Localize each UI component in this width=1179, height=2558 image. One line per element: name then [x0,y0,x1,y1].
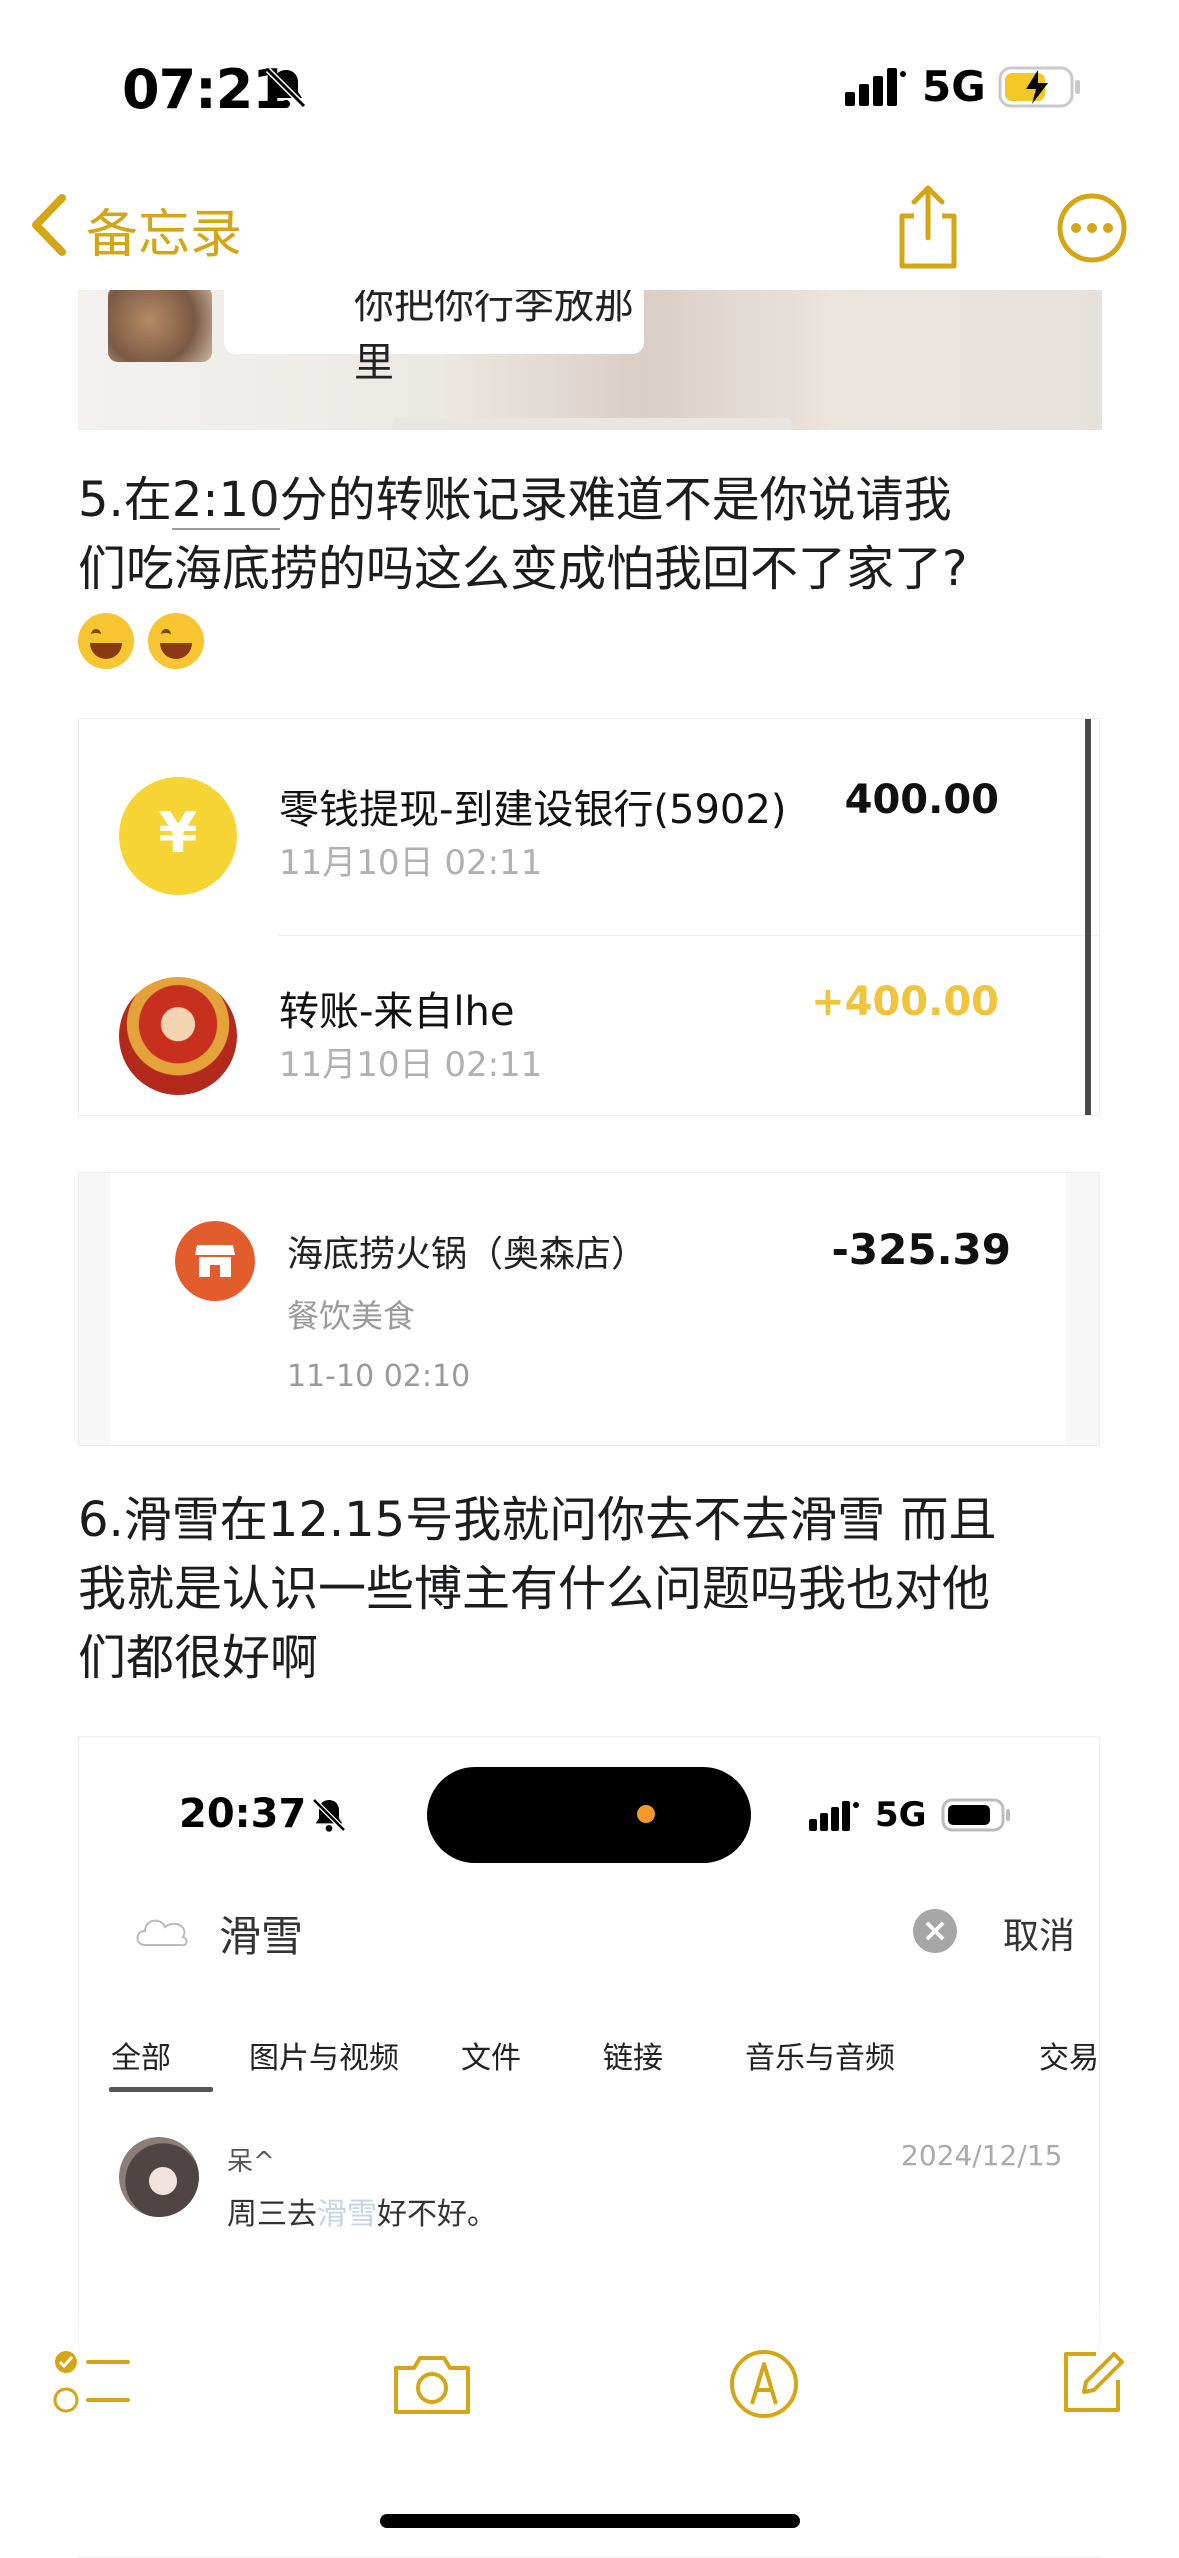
note-line: 5.在2:10分的转账记录难道不是你说请我 [78,466,1118,535]
battery-charging-icon [998,66,1080,108]
transaction-date: 11月10日 02:11 [279,843,543,883]
payment-time: 11-10 02:10 [287,1359,471,1394]
sender-name: 呆^ [227,2147,275,2177]
dynamic-island [427,1767,751,1863]
privacy-dot [637,1805,655,1823]
image-bottom-bar [392,418,792,430]
signal-icon [809,1801,859,1831]
checklist-icon[interactable] [52,2346,132,2422]
tab-files: 文件 [461,2041,521,2076]
active-tab-indicator [109,2087,213,2092]
more-options-icon[interactable] [1056,192,1128,264]
note-time-link[interactable]: 2:10 [171,472,280,530]
tab-transactions: 交易 [1039,2041,1099,2076]
silent-bell-icon [312,1798,346,1832]
laughing-emoji-icon [78,613,134,669]
note-line: 们都很好啊 [78,1630,319,1686]
payment-record: 海底捞火锅（奥森店） 餐饮美食 11-10 02:10 -325.39 [111,1173,1065,1445]
payment-amount: -325.39 [831,1225,1011,1274]
transaction-title: 转账-来自lhe [279,989,515,1035]
payment-record-image: 海底捞火锅（奥森店） 餐饮美食 11-10 02:10 -325.39 [78,1172,1100,1446]
note-line: 6.滑雪在12.15号我就问你去不去滑雪 而且 [78,1492,997,1548]
tab-links: 链接 [603,2041,663,2076]
merchant-category: 餐饮美食 [287,1297,416,1335]
note-text: 分的转账记录难道不是你说请我 [279,472,952,528]
status-bar: 07:21 5G [0,0,1179,170]
tab-all: 全部 [111,2041,171,2076]
transaction-date: 11月10日 02:11 [279,1045,543,1085]
coin-icon: ¥ [119,777,237,895]
note-line: 们吃海底捞的吗这么变成怕我回不了家了? [78,541,968,597]
contact-avatar [119,977,237,1095]
note-line: 我就是认识一些博主有什么问题吗我也对他 [78,1561,991,1617]
chat-screenshot-image: 你把你行李放那里 [78,290,1102,430]
emoji-row [78,604,1118,673]
silent-bell-icon [265,67,307,109]
home-indicator[interactable] [380,2514,800,2528]
chat-bubble-text: 你把你行李放那里 [354,290,634,386]
message-date: 2024/12/15 [901,2139,1063,2172]
tab-music-audio: 音乐与音频 [745,2041,895,2076]
back-button-label[interactable]: 备忘录 [86,192,242,267]
note-paragraph-5: 5.在2:10分的转账记录难道不是你说请我 们吃海底捞的吗这么变成怕我回不了家了… [78,466,1118,673]
message-segment: 周三去 [227,2197,317,2232]
chat-bubble: 你把你行李放那里 [224,290,644,386]
chat-avatar [108,290,212,362]
note-paragraph-6: 6.滑雪在12.15号我就问你去不去滑雪 而且 我就是认识一些博主有什么问题吗我… [78,1486,1118,1693]
transaction-amount: +400.00 [811,979,999,1025]
network-label: 5G [875,1795,927,1835]
camera-icon[interactable] [390,2350,474,2418]
compose-icon[interactable] [1056,2346,1128,2418]
cancel-button: 取消 [1003,1916,1076,1957]
share-icon[interactable] [892,182,964,272]
message-text: 周三去滑雪好不好。 [227,2189,497,2233]
network-label: 5G [922,62,986,111]
message-segment: 好不好。 [377,2197,497,2232]
wallet-transactions-image: ¥ 零钱提现-到建设银行(5902) 11月10日 02:11 400.00 转… [78,718,1100,1116]
screenshot-time: 20:37 [179,1791,307,1837]
note-text: 5.在 [78,472,172,528]
coin-symbol: ¥ [158,801,198,866]
cloud-icon [136,1919,188,1947]
merchant-name: 海底捞火锅（奥森店） [287,1234,648,1275]
store-icon [175,1221,255,1301]
back-chevron-icon[interactable] [24,190,74,260]
battery-icon [941,1798,1010,1832]
search-query: 滑雪 [219,1912,304,1961]
tab-photos-videos: 图片与视频 [249,2041,399,2076]
avatar [119,2137,199,2217]
markup-pen-icon[interactable] [726,2346,802,2422]
signal-icon [845,68,906,106]
transaction-amount: 400.00 [844,777,999,823]
laughing-emoji-icon [148,613,204,669]
divider [279,935,1099,936]
image-scrollbar [1085,719,1091,1115]
clear-search-icon: × [913,1909,957,1953]
message-highlight: 滑雪 [317,2197,377,2232]
